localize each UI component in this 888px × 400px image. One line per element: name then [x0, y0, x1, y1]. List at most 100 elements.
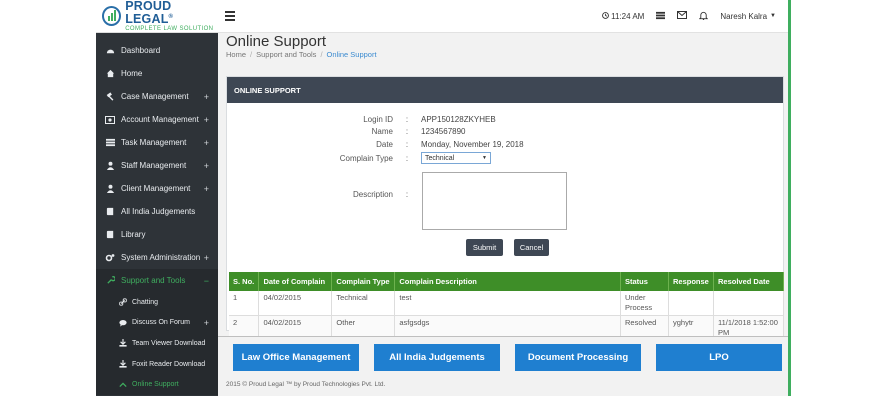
sidebar-subitem-chatting[interactable]: Chatting — [96, 292, 218, 313]
date-label: Date — [376, 140, 393, 149]
description-textarea[interactable] — [422, 172, 567, 230]
sidebar-item-task-management[interactable]: Task Management + — [96, 131, 218, 154]
sidebar-subitem-online-support[interactable]: Online Support — [96, 374, 218, 395]
download-icon — [119, 360, 127, 368]
column-header[interactable]: Complain Type — [331, 272, 396, 291]
name-value: 1234567890 — [421, 127, 466, 136]
comment-icon — [119, 319, 127, 327]
home-icon — [105, 69, 115, 79]
complain-type-label: Complain Type — [339, 153, 393, 163]
description-label: Description — [352, 190, 393, 199]
user-icon — [105, 184, 115, 194]
collapse-icon[interactable]: − — [204, 276, 209, 286]
table-cell: 04/02/2015 — [258, 291, 333, 317]
column-header[interactable]: Complain Description — [394, 272, 622, 291]
sidebar-item-support-and-tools[interactable]: Support and Tools − — [96, 269, 218, 292]
book-icon — [105, 230, 115, 240]
menu-toggle-icon[interactable] — [225, 11, 235, 21]
sidebar-subitem-label: Discuss On Forum — [132, 319, 190, 327]
table-cell: Under Process — [620, 291, 669, 317]
sidebar-item-label: Client Management — [121, 184, 191, 193]
column-header[interactable]: Response — [668, 272, 714, 291]
sidebar-subitem-label: Online Support — [132, 381, 179, 389]
cancel-button[interactable]: Cancel — [514, 239, 549, 256]
table-cell: 1 — [229, 291, 260, 317]
sidebar-subitem-foxit-reader-download[interactable]: Foxit Reader Download — [96, 354, 218, 375]
tasks-icon — [105, 138, 115, 148]
sidebar-item-label: Account Management — [121, 115, 199, 124]
brand-logo[interactable]: PROUD LEGAL® COMPLETE LAW SOLUTION — [96, 0, 218, 33]
date-value: Monday, November 19, 2018 — [421, 140, 524, 149]
table-cell — [668, 291, 714, 317]
breadcrumb-home[interactable]: Home — [226, 50, 246, 59]
table-cell: test — [394, 291, 622, 317]
sidebar-subitem-label: Chatting — [132, 298, 159, 306]
sidebar-item-case-management[interactable]: Case Management + — [96, 85, 218, 108]
sidebar-item-label: Support and Tools — [121, 276, 186, 285]
expand-icon[interactable]: + — [204, 92, 209, 102]
sidebar-item-label: Home — [121, 69, 143, 78]
book-icon — [105, 207, 115, 217]
lpo-button[interactable]: LPO — [656, 344, 782, 371]
expand-icon[interactable]: + — [204, 318, 209, 328]
sidebar-item-all-india-judgements[interactable]: All India Judgements — [96, 200, 218, 223]
online-support-panel: ONLINE SUPPORT Login ID : APP150128ZKYHE… — [226, 76, 785, 342]
link-icon — [119, 298, 127, 306]
sidebar-item-label: Case Management — [121, 92, 189, 101]
user-icon — [105, 161, 115, 171]
tools-icon — [105, 276, 115, 286]
breadcrumb-support-and-tools[interactable]: Support and Tools — [256, 50, 316, 59]
clock-icon — [602, 11, 610, 21]
complain-type-selected: Technical — [425, 154, 455, 162]
document-processing-button[interactable]: Document Processing — [515, 344, 641, 371]
sidebar-item-system-administration[interactable]: System Administration + — [96, 246, 218, 269]
complaints-table: S. No. Date of Complain Complain Type Co… — [229, 272, 785, 342]
user-menu[interactable]: Naresh Kalra ▼ — [720, 12, 776, 21]
logo-mark-icon — [102, 6, 122, 26]
sidebar-item-account-management[interactable]: Account Management + — [96, 108, 218, 131]
law-office-management-button[interactable]: Law Office Management — [233, 344, 359, 371]
field-separator: : — [405, 153, 409, 163]
sidebar-item-home[interactable]: Home — [96, 62, 218, 85]
table-cell — [713, 291, 785, 317]
expand-icon[interactable]: + — [204, 184, 209, 194]
field-separator: : — [405, 190, 409, 199]
complain-type-select[interactable]: Technical ▼ — [421, 152, 491, 164]
clock: 11:24 AM — [602, 12, 644, 21]
name-row: Name : 1234567890 — [227, 127, 466, 136]
expand-icon[interactable]: + — [204, 253, 209, 263]
column-header[interactable]: S. No. — [229, 272, 260, 291]
mail-icon[interactable] — [677, 11, 688, 21]
sidebar-item-label: System Administration — [121, 253, 201, 262]
column-header[interactable]: Status — [620, 272, 669, 291]
sidebar-item-staff-management[interactable]: Staff Management + — [96, 154, 218, 177]
sidebar-subitem-discuss-on-forum[interactable]: Discuss On Forum + — [96, 313, 218, 334]
sidebar-item-client-management[interactable]: Client Management + — [96, 177, 218, 200]
field-separator: : — [405, 140, 409, 149]
app-window: PROUD LEGAL® COMPLETE LAW SOLUTION Dashb… — [96, 0, 791, 396]
sidebar-item-label: Library — [121, 230, 146, 239]
sidebar-item-dashboard[interactable]: Dashboard — [96, 39, 218, 62]
sidebar-subitem-label: Foxit Reader Download — [132, 360, 206, 368]
all-india-judgements-button[interactable]: All India Judgements — [374, 344, 500, 371]
date-row: Date : Monday, November 19, 2018 — [227, 140, 524, 149]
expand-icon[interactable]: + — [204, 115, 209, 125]
brand-registered: ® — [168, 13, 174, 20]
table-row[interactable]: 1 04/02/2015 Technical test Under Proces… — [229, 291, 785, 317]
expand-icon[interactable]: + — [204, 138, 209, 148]
expand-icon[interactable]: + — [204, 161, 209, 171]
footer: Law Office Management All India Judgemen… — [218, 336, 788, 396]
column-header[interactable]: Date of Complain — [258, 272, 333, 291]
column-header[interactable]: Resolved Date — [713, 272, 785, 291]
sidebar-item-library[interactable]: Library — [96, 223, 218, 246]
select-arrow-icon: ▼ — [482, 155, 487, 161]
bell-icon[interactable] — [699, 11, 709, 22]
field-separator: : — [405, 115, 409, 124]
sidebar-item-label: Dashboard — [121, 46, 161, 55]
submit-button[interactable]: Submit — [466, 239, 503, 256]
sidebar-subitem-team-viewer-download[interactable]: Team Viewer Download — [96, 333, 218, 354]
list-icon[interactable] — [656, 11, 666, 22]
sidebar: PROUD LEGAL® COMPLETE LAW SOLUTION Dashb… — [96, 0, 218, 396]
sidebar-submenu: Chatting Discuss On Forum + Team Viewer … — [96, 292, 218, 395]
support-icon — [119, 381, 127, 389]
